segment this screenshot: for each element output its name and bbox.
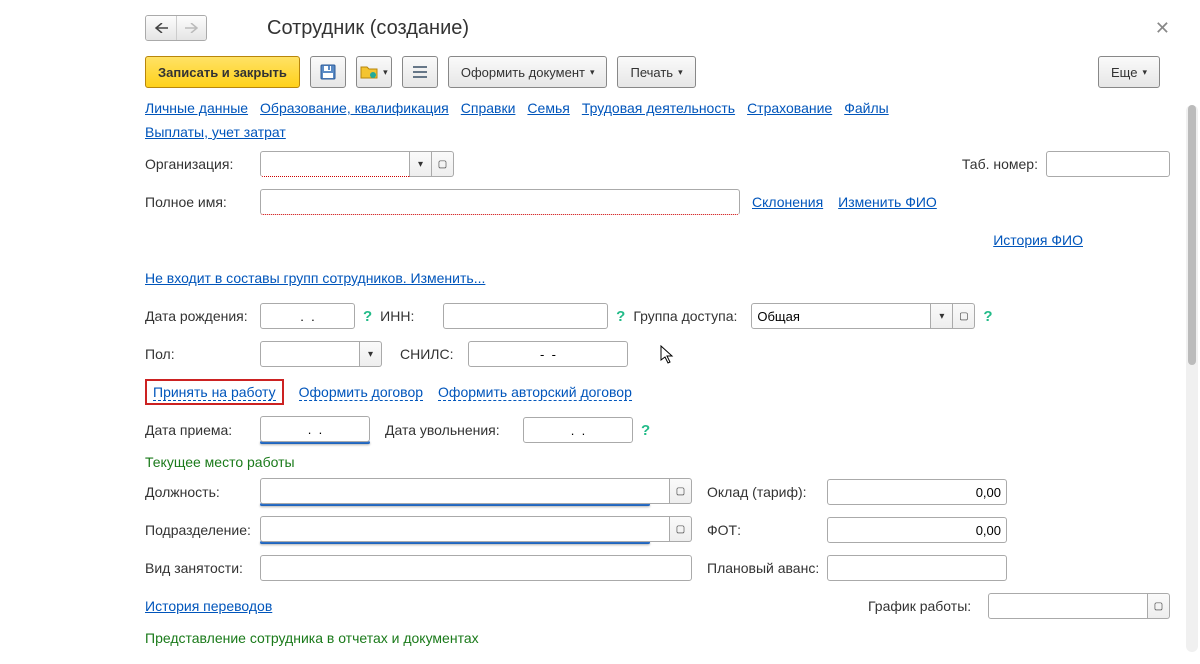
save-button[interactable] (310, 56, 346, 88)
create-document-button[interactable]: Оформить документ ▾ (448, 56, 608, 88)
chevron-down-icon: ▾ (590, 67, 595, 78)
forward-button[interactable] (176, 16, 206, 40)
tab-family[interactable]: Семья (527, 100, 569, 116)
contract-link[interactable]: Оформить договор (299, 384, 423, 401)
access-label: Группа доступа: (633, 308, 743, 324)
hire-action-highlight: Принять на работу (145, 379, 284, 405)
snils-label: СНИЛС: (400, 346, 460, 362)
arrow-right-icon (185, 23, 199, 33)
snils-input[interactable] (468, 341, 628, 367)
advance-input[interactable] (827, 555, 1007, 581)
tab-payments[interactable]: Выплаты, учет затрат (145, 124, 286, 140)
sex-dropdown[interactable]: ▾ (360, 341, 382, 367)
position-open[interactable]: ▢ (670, 478, 692, 504)
close-button[interactable]: ✕ (1155, 18, 1170, 39)
tab-insurance[interactable]: Страхование (747, 100, 832, 116)
save-icon (320, 64, 336, 80)
employment-label: Вид занятости: (145, 560, 260, 576)
sex-input[interactable] (260, 341, 360, 367)
fullname-label: Полное имя: (145, 194, 260, 210)
tab-files[interactable]: Файлы (844, 100, 888, 116)
author-contract-link[interactable]: Оформить авторский договор (438, 384, 632, 401)
tabno-label: Таб. номер: (962, 156, 1038, 172)
org-label: Организация: (145, 156, 260, 172)
chevron-down-icon: ▾ (383, 67, 388, 78)
employment-input[interactable] (260, 555, 692, 581)
schedule-label: График работы: (868, 598, 988, 614)
list-button[interactable] (402, 56, 438, 88)
declension-link[interactable]: Склонения (752, 194, 823, 210)
print-button[interactable]: Печать ▾ (617, 56, 695, 88)
access-dropdown[interactable]: ▾ (931, 303, 953, 329)
hire-link[interactable]: Принять на работу (153, 384, 276, 401)
org-dropdown[interactable]: ▾ (410, 151, 432, 177)
hire-date-input[interactable] (260, 416, 370, 442)
fot-input[interactable] (827, 517, 1007, 543)
department-input[interactable] (260, 516, 670, 542)
help-icon[interactable]: ? (616, 308, 625, 325)
hire-date-label: Дата приема: (145, 422, 260, 438)
tabno-input[interactable] (1046, 151, 1170, 177)
salary-input[interactable] (827, 479, 1007, 505)
change-fio-link[interactable]: Изменить ФИО (838, 194, 937, 210)
salary-label: Оклад (тариф): (707, 484, 827, 500)
schedule-input[interactable] (988, 593, 1148, 619)
org-open[interactable]: ▢ (432, 151, 454, 177)
dob-input[interactable] (260, 303, 355, 329)
list-icon (413, 65, 427, 79)
department-open[interactable]: ▢ (670, 516, 692, 542)
position-input[interactable] (260, 478, 670, 504)
fot-label: ФОТ: (707, 522, 827, 538)
dob-label: Дата рождения: (145, 308, 260, 324)
bookmark-button[interactable]: ▾ (356, 56, 392, 88)
department-label: Подразделение: (145, 522, 260, 538)
save-and-close-button[interactable]: Записать и закрыть (145, 56, 300, 88)
more-button[interactable]: Еще ▾ (1098, 56, 1160, 88)
transfers-history-link[interactable]: История переводов (145, 598, 272, 614)
tab-employment[interactable]: Трудовая деятельность (582, 100, 735, 116)
help-icon[interactable]: ? (363, 308, 372, 325)
chevron-down-icon: ▾ (1142, 67, 1147, 78)
fire-date-label: Дата увольнения: (385, 422, 515, 438)
vertical-scrollbar[interactable] (1186, 105, 1198, 652)
groups-link[interactable]: Не входит в составы групп сотрудников. И… (145, 270, 485, 286)
sex-label: Пол: (145, 346, 260, 362)
fullname-input[interactable] (260, 189, 740, 215)
help-icon[interactable]: ? (983, 308, 992, 325)
access-input[interactable] (751, 303, 931, 329)
representation-heading: Представление сотрудника в отчетах и док… (145, 630, 1170, 646)
fio-history-link[interactable]: История ФИО (993, 232, 1083, 248)
inn-input[interactable] (443, 303, 608, 329)
arrow-left-icon (154, 23, 168, 33)
tab-personal[interactable]: Личные данные (145, 100, 248, 116)
page-title: Сотрудник (создание) (267, 17, 469, 40)
access-open[interactable]: ▢ (953, 303, 975, 329)
nav-arrows (145, 15, 207, 41)
chevron-down-icon: ▾ (678, 67, 683, 78)
scroll-thumb[interactable] (1188, 105, 1196, 365)
position-label: Должность: (145, 484, 260, 500)
tab-education[interactable]: Образование, квалификация (260, 100, 449, 116)
tabs-row: Личные данные Образование, квалификация … (0, 98, 1000, 145)
folder-star-icon (360, 64, 378, 80)
inn-label: ИНН: (380, 308, 435, 324)
help-icon[interactable]: ? (641, 422, 650, 439)
org-input[interactable] (260, 151, 410, 177)
schedule-open[interactable]: ▢ (1148, 593, 1170, 619)
workplace-heading: Текущее место работы (145, 454, 1170, 470)
tab-references[interactable]: Справки (461, 100, 516, 116)
advance-label: Плановый аванс: (707, 560, 827, 576)
back-button[interactable] (146, 16, 176, 40)
fire-date-input[interactable] (523, 417, 633, 443)
